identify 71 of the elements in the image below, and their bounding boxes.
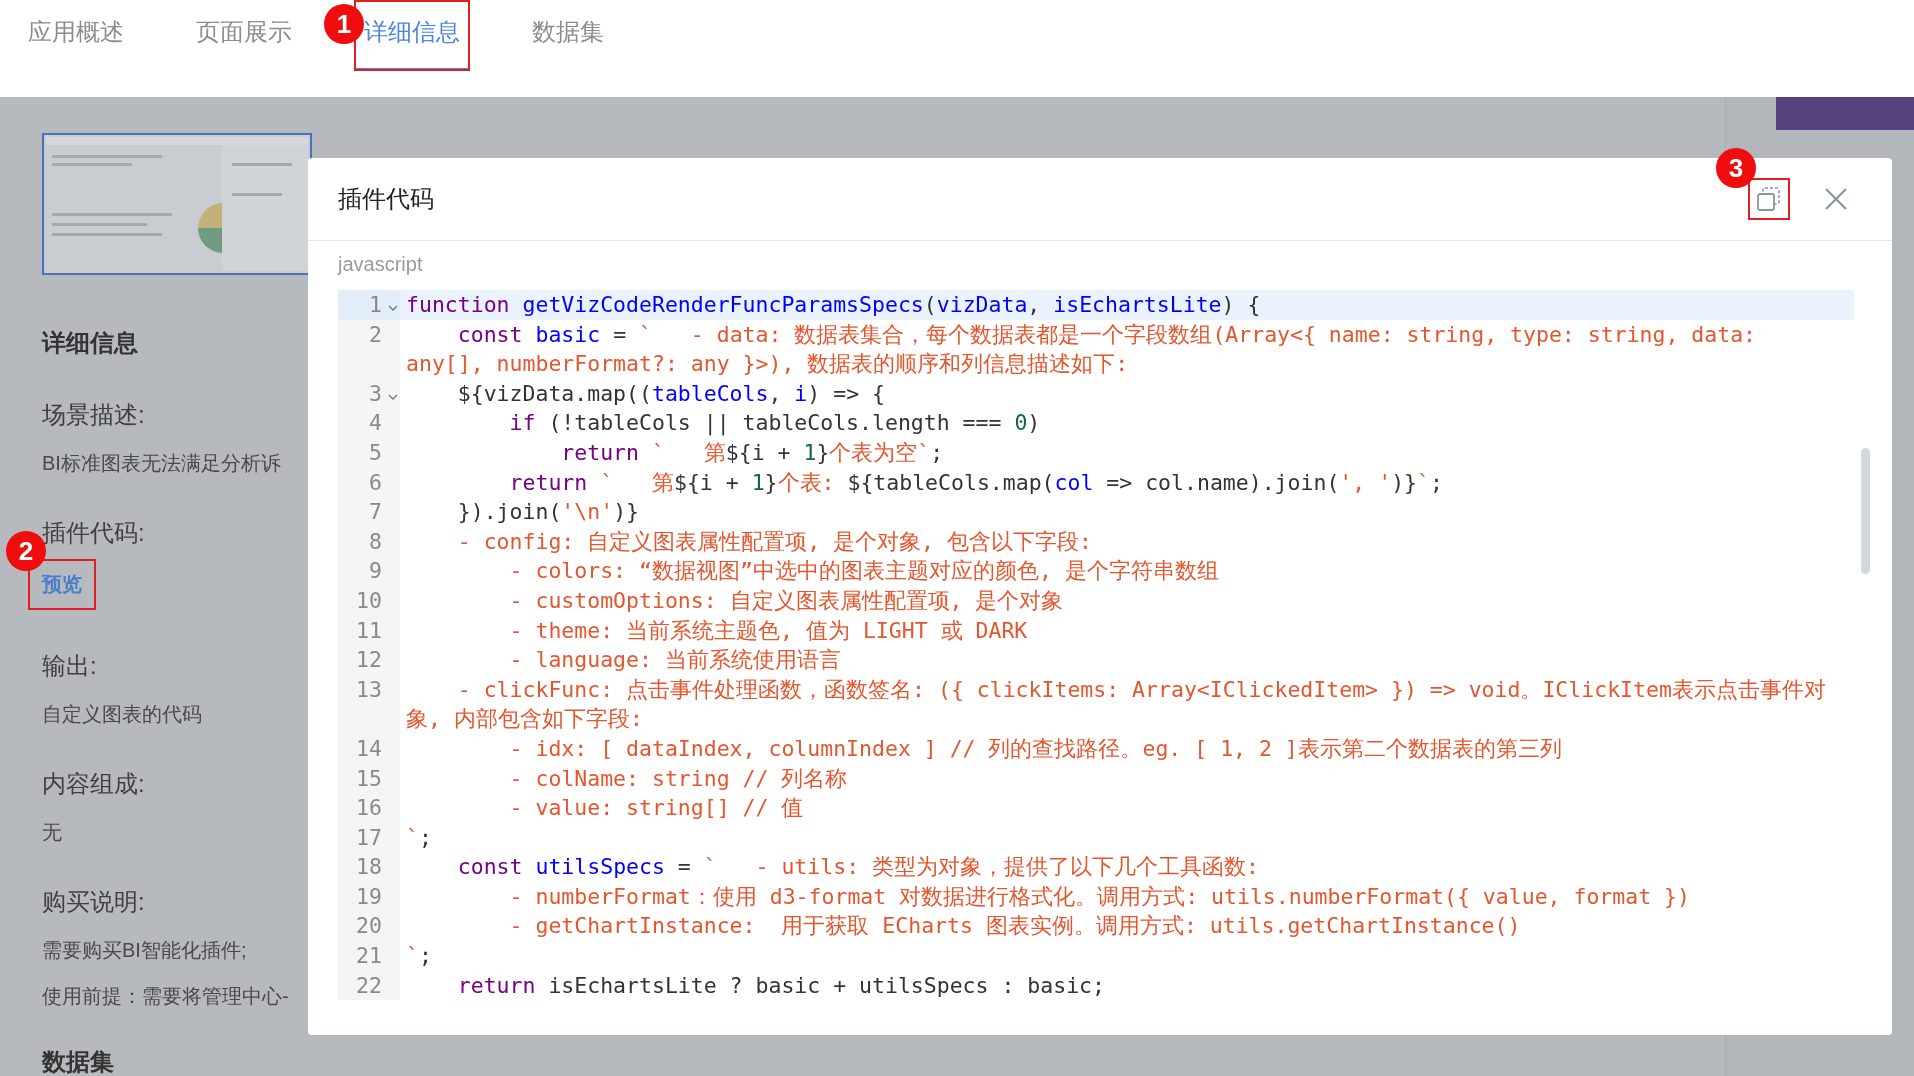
step-badge: 1 <box>324 4 364 44</box>
field-value: 需要购买BI智能化插件; <box>42 938 248 963</box>
code-line: return ` 第${i + 1}个表: ${tableCols.map(col => col.name).join(', ')}`; <box>508 468 1444 497</box>
code-line: - language: 当前系统使用语言 <box>508 646 842 675</box>
code-line: any[], numberFormat?: any }>), 数据表的顺序和列信息描述如下: <box>405 350 1130 379</box>
field-label: 购买说明: <box>42 887 146 917</box>
copy-icon <box>1756 186 1782 212</box>
section-heading: 详细信息 <box>42 328 139 358</box>
fold-caret-icon[interactable] <box>388 392 398 401</box>
line-number: 20 <box>356 912 382 941</box>
line-number: 13 <box>356 675 382 704</box>
field-label: 场景描述: <box>42 400 146 430</box>
step-badge: 3 <box>1716 148 1756 188</box>
field-value: 自定义图表的代码 <box>42 702 203 727</box>
field-value: 使用前提：需要将管理中心- <box>42 984 290 1009</box>
line-number: 17 <box>356 823 382 852</box>
preview-link[interactable]: 预览 <box>28 559 96 610</box>
tab[interactable]: 详细信息 <box>354 0 470 71</box>
code-line: }).join('\n')} <box>456 498 640 527</box>
line-number: 18 <box>356 853 382 882</box>
code-line: - numberFormat：使用 d3-format 对数据进行格式化。调用方式: utils.numberFormat({ value, format }) <box>508 882 1691 911</box>
line-number: 9 <box>369 557 382 586</box>
code-line: ${vizData.map((tableCols, i) => { <box>456 379 886 408</box>
code-line: - config: 自定义图表属性配置项, 是个对象, 包含以下字段: <box>456 527 1093 556</box>
line-number: 11 <box>356 616 382 645</box>
code-line: return ` 第${i + 1}个表为空`; <box>560 438 945 467</box>
copy-button[interactable] <box>1748 178 1790 220</box>
line-number: 8 <box>369 527 382 556</box>
scrollbar[interactable] <box>1861 448 1870 574</box>
code-line: - clickFunc: 点击事件处理函数，函数签名: ({ clickItems: Array<IClickedItem> }) => void。IClickItem表示点击事件对 <box>456 675 1827 704</box>
code-line: - customOptions: 自定义图表属性配置项, 是个对象 <box>508 586 1065 615</box>
tab[interactable]: 页面展示 <box>196 0 292 71</box>
fold-caret-icon[interactable] <box>388 304 398 312</box>
code-line: - getChartInstance: 用于获取 ECharts 图表实例。调用方式: utils.getChartInstance() <box>508 912 1522 941</box>
line-number: 1 <box>369 291 382 319</box>
code-line: - idx: [ dataIndex, columnIndex ] // 列的查找路径。eg. [ 1, 2 ]表示第二个数据表的第三列 <box>508 734 1563 763</box>
language-label: javascript <box>338 253 424 276</box>
code-line: - colors: “数据视图”中选中的图表主题对应的颜色, 是个字符串数组 <box>508 557 1220 586</box>
line-number: 22 <box>356 971 382 1000</box>
field-label: 内容组成: <box>42 769 146 799</box>
line-number: 10 <box>356 586 382 615</box>
code-line: if (!tableCols || tableCols.length === 0) <box>508 409 1042 438</box>
field-value: 无 <box>42 820 63 845</box>
code-line: const utilsSpecs = ` - utils: 类型为对象，提供了以下几个工具函数: <box>456 853 1260 882</box>
line-number: 16 <box>356 794 382 823</box>
code-line: - colName: string // 列名称 <box>508 764 849 793</box>
dialog-title: 插件代码 <box>338 184 434 214</box>
line-number: 2 <box>369 320 382 349</box>
line-number: 6 <box>369 468 382 497</box>
code-line: `; <box>405 942 433 971</box>
line-number: 19 <box>356 882 382 911</box>
tab[interactable]: 数据集 <box>532 0 604 71</box>
code-line: - theme: 当前系统主题色, 值为 LIGHT 或 DARK <box>508 616 1029 645</box>
field-label: 输出: <box>42 651 98 681</box>
line-number: 21 <box>356 942 382 971</box>
code-line: return isEchartsLite ? basic + utilsSpecs : basic; <box>456 971 1106 1000</box>
section-heading: 数据集 <box>42 1047 115 1076</box>
line-number: 14 <box>356 734 382 763</box>
close-icon <box>1824 187 1848 211</box>
code-line: const basic = ` - data: 数据表集合，每个数据表都是一个字段数组(Array<{ name: string, type: string, data: <box>456 320 1758 349</box>
line-number: 12 <box>356 646 382 675</box>
code-line: `; <box>405 823 433 852</box>
line-number: 3 <box>369 379 382 408</box>
line-number: 15 <box>356 764 382 793</box>
code-line: 象, 内部包含如下字段: <box>405 705 644 734</box>
line-number: 5 <box>369 438 382 467</box>
code-line: - value: string[] // 值 <box>508 794 805 823</box>
line-number: 4 <box>369 409 382 438</box>
tab[interactable]: 应用概述 <box>28 0 124 71</box>
line-number: 7 <box>369 498 382 527</box>
field-value: BI标准图表无法满足分析诉 <box>42 451 282 476</box>
